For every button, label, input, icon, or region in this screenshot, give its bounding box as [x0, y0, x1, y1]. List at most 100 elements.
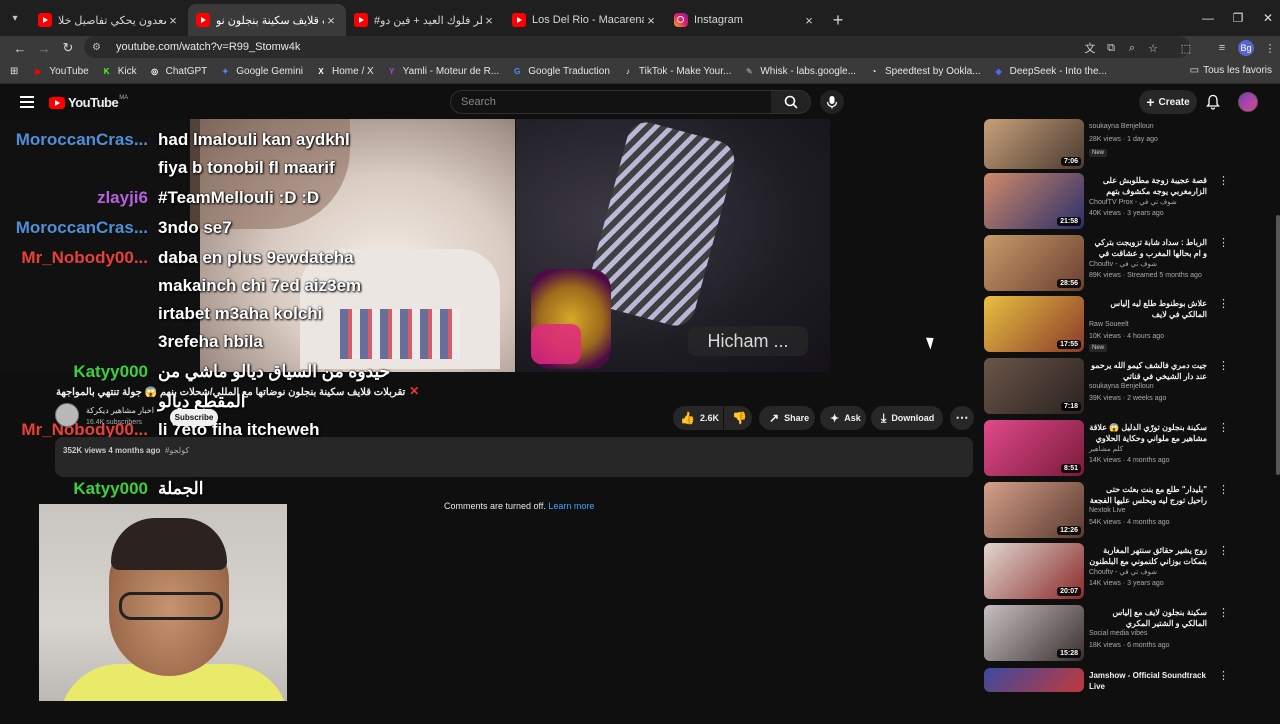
recommended-video[interactable]: 17:55 علاش بوطنوط طلع ليه إلياس المالكي ف… — [984, 296, 1229, 352]
recommended-channel[interactable]: Social media vibes — [1089, 630, 1147, 637]
recommended-channel[interactable]: Raw Soueelt — [1089, 321, 1129, 328]
bookmark-item[interactable]: ✦ Google Gemini — [219, 66, 303, 78]
video-thumbnail[interactable] — [984, 668, 1084, 692]
chat-username[interactable]: MoroccanCras... — [16, 130, 148, 150]
translate-icon[interactable]: 文 — [1082, 40, 1098, 56]
notifications-button[interactable] — [1204, 93, 1222, 111]
recommended-video[interactable]: 21:58 قصة عجيبة زوجة مطلوبش على الزارمغرب… — [984, 173, 1229, 229]
recommended-channel[interactable]: soukayna Benjelloun — [1089, 123, 1154, 130]
youtube-logo[interactable]: YouTube MA — [49, 95, 128, 110]
recommended-title[interactable]: قصة عجيبة زوجة مطلوبش على الزارمغربي يوج… — [1089, 175, 1207, 197]
recommended-title[interactable]: "بليدار" طلع مع بنت بعثت حتى راحيل تورج … — [1089, 484, 1207, 506]
recommended-channel[interactable]: ChoufTV Prox - شوف تي في — [1089, 198, 1177, 206]
dislike-button[interactable]: 👎 — [724, 406, 752, 430]
share-button[interactable]: ↗ Share — [759, 406, 815, 430]
site-info-icon[interactable]: ⚙ — [92, 42, 106, 53]
recommended-title[interactable]: Jamshow - Official Soundtrack Live — [1089, 670, 1207, 692]
all-bookmarks[interactable]: ▭ Tous les favoris — [1190, 65, 1272, 76]
recommended-video[interactable]: Jamshow - Official Soundtrack Live ⋮ — [984, 668, 1229, 724]
more-options-icon[interactable]: ⋮ — [1218, 237, 1229, 251]
search-button[interactable] — [771, 90, 811, 114]
video-thumbnail[interactable]: 15:28 — [984, 605, 1084, 661]
recommended-title[interactable]: علاش بوطنوط طلع ليه إلياس المالكي في لاي… — [1089, 298, 1207, 320]
close-tab-icon[interactable]: × — [482, 13, 496, 28]
bookmark-item[interactable]: ♪ TikTok - Make Your... — [622, 66, 731, 78]
like-button[interactable]: 👍 2.6K — [673, 406, 723, 430]
bookmark-item[interactable]: ◆ DeepSeek - Into the... — [993, 66, 1107, 78]
recommended-video[interactable]: 7:18 جيت دمري فالشف كيمو الله يرحمو عند د… — [984, 358, 1229, 414]
more-options-icon[interactable]: ⋮ — [1218, 422, 1229, 436]
forward-icon[interactable]: → — [32, 36, 56, 60]
hashtags[interactable]: #كولجو — [165, 446, 189, 455]
bookmark-item[interactable]: ▶ YouTube — [32, 66, 88, 78]
video-thumbnail[interactable]: 28:56 — [984, 235, 1084, 291]
recommended-video[interactable]: 8:51 سكينة بنجلون تورّي الدليل 😱 علاقة مش… — [984, 420, 1229, 476]
browser-menu-icon[interactable]: ⋮ — [1262, 40, 1278, 56]
install-app-icon[interactable]: ⧉ — [1103, 40, 1119, 56]
bookmark-item[interactable]: ◔ Speedtest by Ookla... — [868, 66, 981, 78]
recommended-channel[interactable]: Chouftv - شوف تي في — [1089, 260, 1157, 268]
voice-search-button[interactable] — [820, 90, 844, 114]
video-thumbnail[interactable]: 21:58 — [984, 173, 1084, 229]
recommended-title[interactable]: جيت دمري فالشف كيمو الله يرحمو عند دار ا… — [1089, 360, 1207, 382]
recommended-channel[interactable]: soukayna Benjelloun — [1089, 383, 1154, 390]
download-button[interactable]: ⤓ Download — [871, 406, 943, 430]
bookmark-item[interactable]: K Kick — [101, 66, 137, 78]
recommended-video[interactable]: 20:07 زوج يشير حقائق سنتهر المغاربة بتمكا… — [984, 543, 1229, 599]
more-options-icon[interactable]: ⋮ — [1218, 545, 1229, 559]
extensions-icon[interactable]: ⬚ — [1178, 40, 1194, 56]
close-tab-icon[interactable]: × — [166, 13, 180, 28]
close-tab-icon[interactable]: × — [324, 13, 338, 28]
recommended-title[interactable]: سكينة بنجلون تورّي الدليل 😱 علاقة مشاهير… — [1089, 422, 1207, 444]
video-thumbnail[interactable]: 7:18 — [984, 358, 1084, 414]
close-window-icon[interactable]: ✕ — [1252, 0, 1280, 36]
video-thumbnail[interactable]: 8:51 — [984, 420, 1084, 476]
more-options-icon[interactable]: ⋮ — [1218, 670, 1229, 684]
chat-username[interactable]: Katyy000 — [73, 479, 148, 499]
more-options-icon[interactable]: ⋮ — [1218, 484, 1229, 498]
recommended-title[interactable]: الرباط : سداد شابة تزويجت بتركي و ام بحا… — [1089, 237, 1207, 259]
address-bar[interactable]: ⚙ youtube.com/watch?v=R99_Stomw4k — [84, 36, 1190, 58]
video-thumbnail[interactable]: 7:06 — [984, 119, 1084, 169]
media-icon[interactable]: ≡ — [1214, 40, 1230, 56]
learn-more-link[interactable]: Learn more — [548, 501, 594, 511]
bookmark-star-icon[interactable]: ☆ — [1145, 40, 1161, 56]
restore-icon[interactable]: ❐ — [1222, 0, 1254, 36]
recommended-video[interactable]: 7:06 soukayna Benjelloun 28K views · 1 day… — [984, 119, 1229, 169]
recommended-channel[interactable]: كلم مشاهير — [1089, 445, 1123, 453]
recommended-video[interactable]: 15:28 سكينة بنجلون لايف مع إلياس المالكي … — [984, 605, 1229, 661]
bookmark-item[interactable]: ◎ ChatGPT — [149, 66, 207, 78]
recommended-title[interactable]: زوج يشير حقائق سنتهر المغاربة بتمكات بوز… — [1089, 545, 1207, 567]
search-input[interactable]: Search — [450, 90, 772, 114]
video-thumbnail[interactable]: 20:07 — [984, 543, 1084, 599]
menu-icon[interactable] — [20, 96, 34, 108]
profile-avatar[interactable]: Bg — [1238, 40, 1254, 56]
page-scrollbar[interactable] — [1276, 215, 1280, 475]
tab-3[interactable]: Los Del Rio - Macarena (Baysid× — [504, 4, 666, 36]
channel-name[interactable]: اخبار مشاهير ديكركة — [86, 406, 154, 415]
account-avatar[interactable] — [1238, 92, 1258, 112]
minimize-icon[interactable]: — — [1192, 0, 1224, 36]
subscribe-button[interactable]: Subscribe — [170, 409, 218, 426]
recommended-video[interactable]: 12:26 "بليدار" طلع مع بنت بعثت حتى راحيل … — [984, 482, 1229, 538]
bookmark-item[interactable]: ✎ Whisk - labs.google... — [743, 66, 856, 78]
chat-username[interactable]: Mr_Nobody00... — [21, 248, 148, 268]
more-actions-button[interactable]: ⋯ — [950, 406, 974, 430]
recommended-video[interactable]: 28:56 الرباط : سداد شابة تزويجت بتركي و ا… — [984, 235, 1229, 291]
recommended-title[interactable]: سكينة بنجلون لايف مع إلياس المالكي و الش… — [1089, 607, 1207, 629]
bookmark-item[interactable]: G Google Traduction — [511, 66, 610, 78]
tab-search-icon[interactable]: ▾ — [0, 0, 30, 36]
more-options-icon[interactable]: ⋮ — [1218, 298, 1229, 312]
tab-4[interactable]: Instagram × — [666, 4, 824, 36]
bookmark-item[interactable]: Y Yamli - Moteur de R... — [386, 66, 499, 78]
recommended-channel[interactable]: Nextok Live — [1089, 507, 1126, 514]
ask-button[interactable]: ✦ Ask — [820, 406, 866, 430]
apps-icon[interactable]: ⊞ — [10, 66, 18, 77]
reload-icon[interactable]: ↻ — [56, 36, 80, 60]
tab-2[interactable]: #عيد_الفطر فلوك العيد + فين دو× — [346, 4, 504, 36]
chat-username[interactable]: zlayji6 — [97, 188, 148, 208]
back-icon[interactable]: ← — [8, 36, 32, 60]
create-button[interactable]: + Create — [1139, 90, 1197, 114]
chat-username[interactable]: MoroccanCras... — [16, 218, 148, 238]
channel-avatar[interactable] — [55, 403, 79, 427]
